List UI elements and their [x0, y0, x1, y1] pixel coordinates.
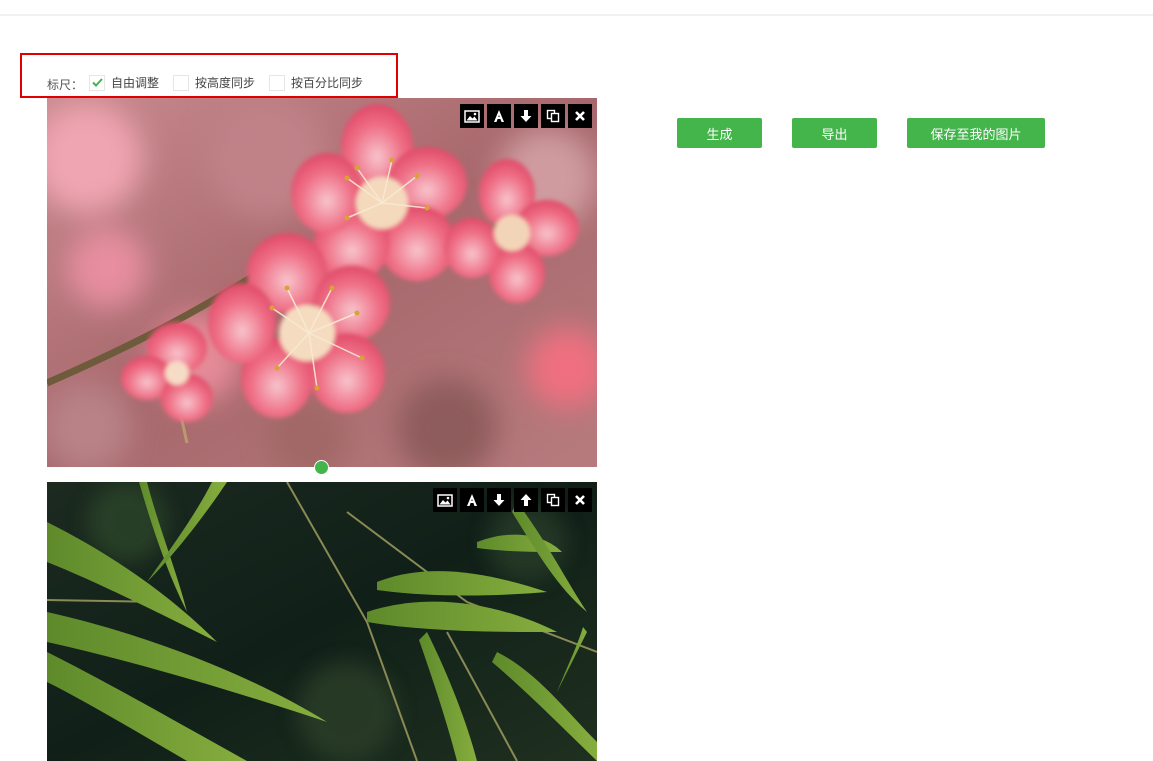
image-card-1[interactable]: [47, 98, 597, 467]
check-icon: [91, 78, 103, 87]
ruler-option-free-adjust[interactable]: 自由调整: [89, 74, 159, 91]
checkbox[interactable]: [173, 74, 189, 91]
arrow-up-icon[interactable]: [514, 488, 538, 512]
image-icon[interactable]: [460, 104, 484, 128]
text-icon[interactable]: [487, 104, 511, 128]
copy-icon[interactable]: [541, 488, 565, 512]
ruler-option-percent-sync[interactable]: 按百分比同步: [269, 74, 363, 91]
checkbox[interactable]: [89, 74, 105, 91]
ruler-option-label: 按高度同步: [195, 76, 256, 90]
image-1-toolbar: [460, 104, 592, 128]
close-icon[interactable]: [568, 104, 592, 128]
close-icon[interactable]: [568, 488, 592, 512]
ruler-options-panel: 标尺： 自由调整 按高度同步 按百分比同步: [20, 53, 398, 98]
image-icon[interactable]: [433, 488, 457, 512]
checkbox[interactable]: [269, 74, 285, 91]
resize-handle[interactable]: [314, 460, 329, 475]
image-2-toolbar: [433, 488, 592, 512]
export-button[interactable]: 导出: [792, 118, 877, 148]
ruler-label: 标尺：: [47, 78, 84, 92]
save-to-my-images-button[interactable]: 保存至我的图片: [907, 118, 1045, 148]
copy-icon[interactable]: [541, 104, 565, 128]
ruler-option-label: 按百分比同步: [291, 76, 364, 90]
bamboo-leaves-photo: [47, 482, 597, 761]
arrow-down-icon[interactable]: [487, 488, 511, 512]
generate-button[interactable]: 生成: [677, 118, 762, 148]
top-divider: [0, 14, 1153, 16]
arrow-down-icon[interactable]: [514, 104, 538, 128]
ruler-option-height-sync[interactable]: 按高度同步: [173, 74, 255, 91]
ruler-option-label: 自由调整: [111, 76, 160, 90]
image-card-2[interactable]: [47, 482, 597, 761]
text-icon[interactable]: [460, 488, 484, 512]
plum-blossom-photo: [47, 98, 597, 467]
